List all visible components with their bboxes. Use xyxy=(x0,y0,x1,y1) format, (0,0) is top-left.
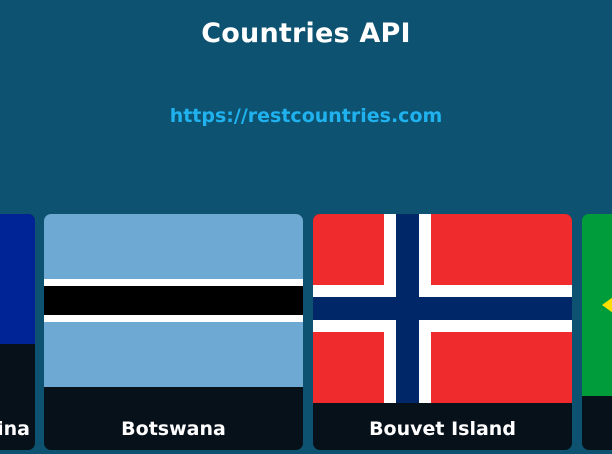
country-name: Botswana xyxy=(121,418,226,440)
country-flag xyxy=(0,214,35,344)
page: Countries API https://restcountries.com … xyxy=(0,0,612,454)
page-title: Countries API xyxy=(201,18,411,49)
country-name: ina xyxy=(0,418,30,440)
country-card-partial-right[interactable] xyxy=(582,214,612,450)
bouvet-island-flag xyxy=(313,214,572,403)
botswana-flag xyxy=(44,214,303,387)
country-card-bouvet-island[interactable]: Bouvet Island xyxy=(313,214,572,450)
country-name: Bouvet Island xyxy=(369,418,516,440)
country-card-partial-left[interactable]: ina xyxy=(0,214,35,450)
api-link[interactable]: https://restcountries.com xyxy=(0,105,612,127)
country-card-botswana[interactable]: Botswana xyxy=(44,214,303,450)
country-flag xyxy=(582,214,612,396)
